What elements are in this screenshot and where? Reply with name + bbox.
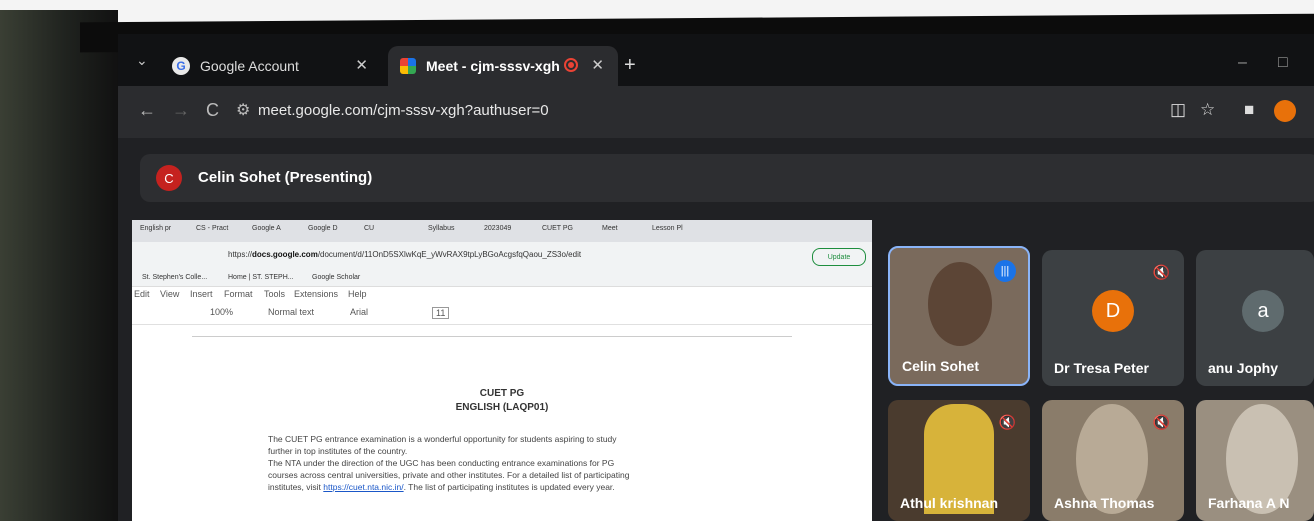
menu-item: Help (348, 289, 367, 299)
menu-item: Extensions (294, 289, 339, 299)
tab-label: Google Account (200, 58, 299, 74)
doc-line: The NTA under the direction of the UGC h… (268, 458, 615, 468)
menu-item: View (160, 289, 180, 299)
shared-address-bar: https://docs.google.com/document/d/11OnD… (132, 242, 872, 270)
shared-tab: Meet (602, 225, 618, 232)
font-size-field: 11 (432, 307, 450, 319)
zoom-select: 100% (210, 307, 234, 317)
shared-tab: Syllabus (428, 225, 455, 232)
bookmark: St. Stephen's Colle... (142, 274, 208, 281)
monitor-screen: ⌄ G Google Account ✕ Meet - cjm-sssv-xgh… (118, 34, 1314, 521)
participant-tile-farhana[interactable]: Farhana A N (1196, 400, 1314, 521)
avatar: a (1242, 290, 1284, 332)
participant-name: Dr Tresa Peter (1054, 360, 1149, 376)
shared-screen: English pr CS - Pract Google A Google D … (132, 220, 872, 521)
reload-icon[interactable]: C (206, 100, 219, 121)
shared-url: https://docs.google.com/document/d/11OnD… (228, 250, 582, 259)
participant-name: Athul krishnan (900, 495, 999, 511)
shared-tab-strip: English pr CS - Pract Google A Google D … (132, 220, 872, 242)
doc-line-last: institutes, visit https://cuet.nta.nic.i… (268, 482, 615, 492)
forward-icon[interactable]: → (172, 100, 190, 121)
meet-main: C Celin Sohet (Presenting) English pr CS… (118, 138, 1314, 521)
tab-meet[interactable]: Meet - cjm-sssv-xgh ✕ (388, 46, 618, 86)
participant-name: anu Jophy (1208, 360, 1279, 376)
shared-tab: English pr (140, 225, 172, 232)
menu-item: Tools (264, 289, 286, 299)
menu-item: Format (224, 289, 253, 299)
menu-item: Edit (134, 289, 150, 299)
recording-icon (564, 58, 578, 72)
doc-link: https://cuet.nta.nic.in/ (323, 482, 404, 492)
participant-tile-tresa[interactable]: D 🔇 Dr Tresa Peter (1042, 250, 1184, 386)
shared-tab: CS - Pract (196, 225, 229, 232)
mic-off-icon: 🔇 (1152, 264, 1170, 280)
style-select: Normal text (268, 307, 315, 317)
meet-icon (400, 58, 416, 74)
photo: ⌄ G Google Account ✕ Meet - cjm-sssv-xgh… (0, 0, 1314, 521)
avatar: D (1092, 290, 1134, 332)
shared-tab: CU (364, 225, 375, 232)
docs-ruler (192, 326, 792, 337)
minimize-icon[interactable]: – (1238, 54, 1247, 72)
participant-tile-athul[interactable]: 🔇 Athul krishnan (888, 400, 1030, 521)
update-button: Update (812, 248, 866, 266)
mic-off-icon: 🔇 (1152, 414, 1170, 430)
doc-line: further in top institutes of the country… (268, 446, 408, 456)
doc-subtitle: ENGLISH (LAQP01) (455, 402, 549, 413)
profile-avatar[interactable] (1274, 100, 1296, 122)
browser-address-bar: ← → C ⚙ meet.google.com/cjm-sssv-xgh?aut… (118, 86, 1314, 138)
menu-item: Insert (190, 289, 213, 299)
docs-menu-bar: Edit View Insert Format Tools Extensions… (132, 286, 872, 302)
tab-label: Meet - cjm-sssv-xgh (426, 58, 560, 74)
back-icon[interactable]: ← (138, 100, 156, 121)
close-icon[interactable]: ✕ (355, 56, 368, 74)
side-panel-icon[interactable]: ■ (1244, 100, 1254, 120)
shared-tab: 2023049 (484, 225, 512, 232)
presenter-avatar: C (156, 165, 182, 191)
browser-tab-strip: ⌄ G Google Account ✕ Meet - cjm-sssv-xgh… (118, 34, 1314, 86)
star-icon[interactable]: ☆ (1200, 100, 1215, 120)
shared-tab: Google D (308, 225, 338, 232)
bookmark: Home | ST. STEPH... (228, 274, 294, 281)
new-tab-button[interactable]: + (624, 54, 636, 77)
shared-tab: CUET PG (542, 225, 573, 232)
presenter-label: Celin Sohet (Presenting) (198, 169, 373, 186)
participant-tile-ashna[interactable]: 🔇 Ashna Thomas (1042, 400, 1184, 521)
doc-title: CUET PG (479, 388, 525, 399)
site-info-icon[interactable]: ⚙ (236, 100, 250, 120)
docs-toolbar: 100% Normal text Arial 11 (132, 302, 872, 325)
monitor-bezel-left (0, 10, 118, 521)
participant-name: Celin Sohet (902, 358, 980, 374)
participant-name: Ashna Thomas (1054, 495, 1155, 511)
speaking-icon: ||| (994, 260, 1016, 282)
shared-tab: Google A (252, 225, 281, 232)
shared-bookmarks-bar: St. Stephen's Colle... Home | ST. STEPH.… (132, 270, 872, 287)
participant-tile-anu[interactable]: a anu Jophy (1196, 250, 1314, 386)
participant-name: Farhana A N (1208, 495, 1290, 511)
bookmark: Google Scholar (312, 274, 361, 281)
restore-icon[interactable]: □ (1278, 54, 1288, 72)
url-field[interactable]: meet.google.com/cjm-sssv-xgh?authuser=0 (258, 102, 549, 119)
tab-search-chevron-icon[interactable]: ⌄ (136, 52, 148, 69)
doc-line: The CUET PG entrance examination is a wo… (268, 434, 617, 444)
google-icon: G (172, 57, 190, 75)
close-icon[interactable]: ✕ (591, 56, 604, 74)
font-select: Arial (350, 307, 369, 317)
video-feed (928, 262, 992, 346)
doc-line: courses across central universities, pri… (268, 470, 630, 480)
tab-google-account[interactable]: G Google Account ✕ (164, 46, 382, 86)
shared-tab: Lesson Pl (652, 225, 683, 232)
mic-off-icon: 🔇 (998, 414, 1016, 430)
participant-tile-celin[interactable]: ||| Celin Sohet (888, 246, 1030, 386)
presenter-bar: C Celin Sohet (Presenting) (140, 154, 1314, 202)
camera-icon[interactable]: ◫ (1170, 100, 1186, 120)
